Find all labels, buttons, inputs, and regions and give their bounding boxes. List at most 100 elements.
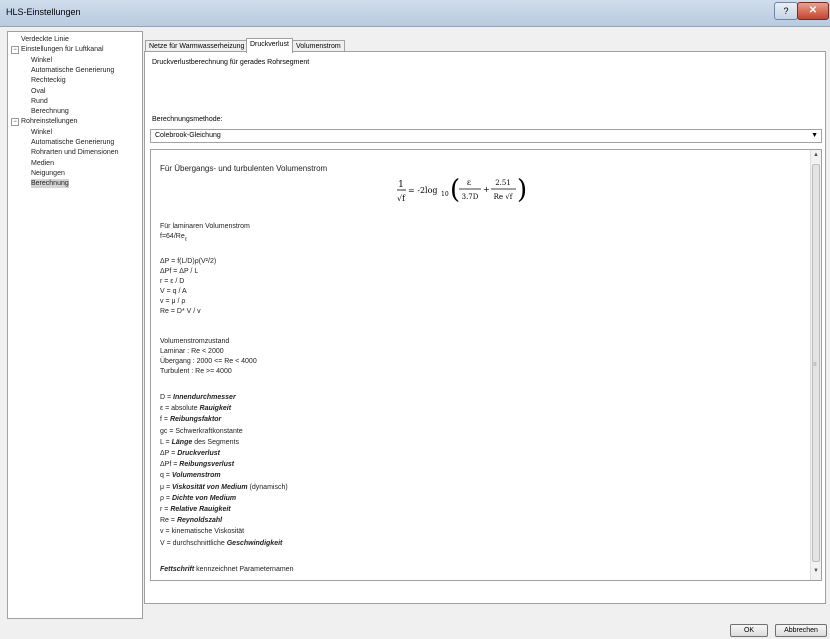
definition-line: v = kinematische Viskosität (160, 528, 244, 535)
laminar-formula-sub: ε (184, 236, 187, 243)
definition-symbol: gc = Schwerkraftkonstante (160, 427, 243, 435)
definition-line: Re = Reynoldszahl (160, 517, 222, 524)
definition-line: D = Innendurchmesser (160, 394, 236, 401)
definition-symbol: L = (160, 438, 172, 446)
state-line: Laminar : Re < 2000 (160, 348, 224, 355)
paren-right: ) (517, 175, 527, 205)
formula-sub: 10 (441, 191, 449, 198)
formula-lhs-den: √f (397, 194, 406, 203)
definition-symbol: D = (160, 394, 174, 401)
footer-rest: kennzeichnet Parameternamen (194, 566, 294, 573)
window-title: HLS-Einstellungen (6, 7, 81, 17)
collapse-toggle-icon[interactable]: − (11, 118, 19, 127)
definition-name: Relative Rauigkeit (170, 506, 231, 513)
definition-name: Länge (171, 438, 193, 446)
tree-item[interactable]: Automatische Generierung (31, 66, 114, 75)
panel-description: Druckverlustberechnung für gerades Rohrs… (152, 59, 310, 66)
laminar-formula-text: f=64/Re (160, 233, 185, 240)
formula-eq: = -2log (408, 186, 438, 195)
definition-rest: (dynamisch) (247, 483, 288, 491)
tree-item[interactable]: Rund (31, 97, 48, 106)
paren-left: ( (450, 175, 460, 205)
method-dropdown[interactable]: Colebrook-Gleichung ▼ (150, 129, 822, 143)
state-line: Turbulent : Re >= 4000 (160, 368, 232, 375)
footer-note: Fettschrift kennzeichnet Parameternamen (160, 566, 293, 573)
definition-line: μ = Viskosität von Medium (dynamisch) (160, 484, 288, 491)
definition-line: ρ = Dichte von Medium (160, 495, 236, 502)
equation-line: V = q / A (160, 288, 187, 295)
formula-content: Für Übergangs- und turbulenten Volumenst… (150, 149, 822, 581)
tree-item[interactable]: Rohreinstellungen (21, 117, 77, 126)
formula-frac2-den: Re √f (494, 193, 514, 201)
definition-name: Dichte von Medium (171, 494, 237, 502)
definition-name: Viskosität von Medium (172, 483, 248, 491)
definition-symbol: ΔPf = (160, 461, 180, 469)
tab[interactable]: Druckverlust (246, 38, 293, 53)
definition-name: Reibungsverlust (179, 461, 235, 469)
definition-symbol: ρ = (160, 494, 172, 502)
definition-symbol: v = kinematische Viskosität (160, 528, 245, 536)
scroll-grip-icon: ≡ (813, 362, 817, 368)
footer-bold: Fettschrift (160, 566, 195, 573)
cancel-button[interactable]: Abbrechen (775, 624, 827, 637)
definition-symbol: V = durchschnittliche (160, 539, 227, 547)
definition-line: ΔP = Druckverlust (160, 450, 220, 457)
definition-line: gc = Schwerkraftkonstante (160, 428, 243, 435)
equation-line: ΔPf = ΔP / L (160, 268, 199, 275)
equation-line: v = μ / ρ (160, 298, 186, 305)
definition-symbol: ΔP = (160, 450, 178, 457)
equation-line: ΔP = f(L/D)ρ(V²/2) (160, 258, 217, 265)
tree-item[interactable]: Verdeckte Linie (21, 35, 69, 44)
close-button[interactable]: ✕ (797, 2, 829, 20)
definition-name: Reibungsfaktor (169, 416, 222, 424)
tree-item[interactable]: Winkel (31, 56, 52, 65)
equation-line: Re = D* V / v (160, 308, 201, 315)
definition-symbol: r = (160, 506, 171, 513)
state-line: Übergang : 2000 <= Re < 4000 (160, 358, 257, 365)
definition-name: Druckverlust (177, 450, 220, 457)
definition-symbol: q = (160, 472, 172, 480)
definition-line: ΔPf = Reibungsverlust (160, 461, 234, 468)
definition-line: f = Reibungsfaktor (160, 416, 221, 423)
tree-item[interactable]: Rohrarten und Dimensionen (31, 148, 119, 157)
definition-line: V = durchschnittliche Geschwindigkeit (160, 540, 282, 547)
tree-item[interactable]: Rechteckig (31, 76, 66, 85)
laminar-heading: Für laminaren Volumenstrom (160, 223, 250, 230)
definition-name: Rauigkeit (199, 405, 232, 413)
formula-graphic: 1 √f = -2log 10 ( ε 3.7D + 2.51 Re √f ) (397, 175, 527, 205)
content-scrollbar[interactable]: ▲ ≡ ▼ (810, 150, 821, 580)
collapse-toggle-icon[interactable]: − (11, 46, 19, 55)
definition-line: r = Relative Rauigkeit (160, 506, 231, 513)
formula-frac2-num: 2.51 (495, 179, 511, 187)
definition-line: ε = absolute Rauigkeit (160, 405, 231, 412)
help-button[interactable]: ? (774, 2, 798, 20)
method-dropdown-value: Colebrook-Gleichung (155, 132, 221, 139)
tree-item[interactable]: Einstellungen für Luftkanal (21, 45, 104, 54)
tree-item[interactable]: Berechnung (31, 179, 69, 189)
formula-frac1-num: ε (467, 178, 471, 187)
definition-line: q = Volumenstrom (160, 472, 221, 479)
formula-frac1-den: 3.7D (462, 193, 479, 201)
ok-button[interactable]: OK (730, 624, 768, 637)
definition-symbol: ε = absolute (160, 405, 200, 413)
settings-tree: Verdeckte Linie Einstellungen für Luftkan… (7, 31, 143, 619)
definition-rest: des Segments (192, 438, 239, 446)
tree-item[interactable]: Berechnung (31, 107, 69, 116)
definition-name: Volumenstrom (171, 472, 221, 480)
scroll-down-icon[interactable]: ▼ (813, 568, 819, 574)
tree-item[interactable]: Oval (31, 87, 45, 96)
tree-item[interactable]: Automatische Generierung (31, 138, 114, 147)
state-heading: Volumenstromzustand (160, 338, 230, 345)
formula-plus: + (483, 185, 490, 194)
chevron-down-icon: ▼ (811, 132, 818, 139)
laminar-formula: f=64/Reε (160, 233, 187, 242)
tree-item[interactable]: Medien (31, 159, 54, 168)
definition-line: L = Länge des Segments (160, 439, 239, 446)
formula-lhs-num: 1 (398, 180, 404, 190)
tree-item[interactable]: Winkel (31, 128, 52, 137)
scroll-up-icon[interactable]: ▲ (813, 152, 819, 158)
tree-item[interactable]: Neigungen (31, 169, 65, 178)
definition-symbol: μ = (160, 483, 173, 491)
colebrook-formula: 1 √f = -2log 10 ( ε 3.7D + 2.51 Re √f ) (397, 171, 547, 215)
equation-line: r = ε / D (160, 278, 185, 285)
